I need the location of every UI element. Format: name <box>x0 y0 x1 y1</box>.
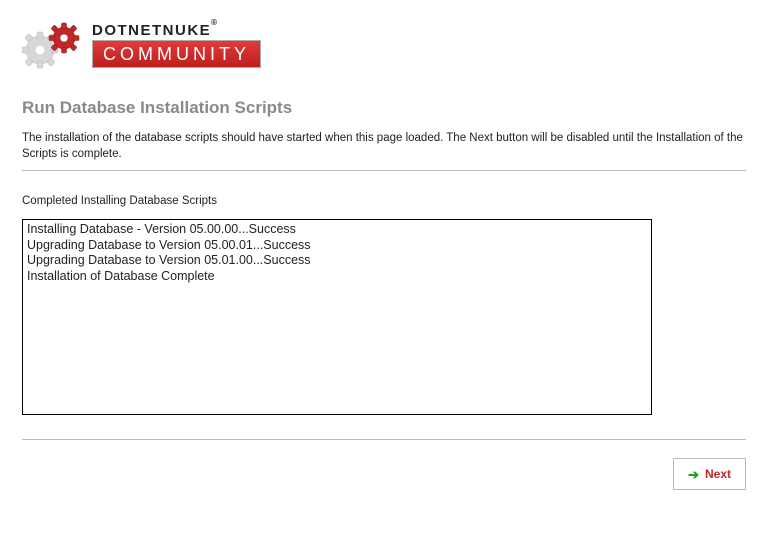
registered-mark: ® <box>211 18 218 27</box>
next-button-label: Next <box>705 467 731 481</box>
button-row: ➔ Next <box>0 440 768 490</box>
community-label: COMMUNITY <box>92 40 261 68</box>
next-button[interactable]: ➔ Next <box>673 458 746 490</box>
intro-text: The installation of the database scripts… <box>22 130 746 162</box>
status-label: Completed Installing Database Scripts <box>22 195 746 207</box>
divider-top <box>22 170 746 171</box>
arrow-right-icon: ➔ <box>688 468 699 481</box>
brand-name-text: DOTNETNUKE <box>92 22 211 39</box>
page-title: Run Database Installation Scripts <box>22 98 746 118</box>
brand-text: DOTNETNUKE® COMMUNITY <box>92 23 261 68</box>
installer-page: DOTNETNUKE® COMMUNITY Run Database Insta… <box>0 0 768 440</box>
logo-area: DOTNETNUKE® COMMUNITY <box>22 20 746 70</box>
gears-icon <box>22 20 84 70</box>
installation-log: Installing Database - Version 05.00.00..… <box>22 219 652 415</box>
brand-name: DOTNETNUKE® <box>92 23 261 38</box>
